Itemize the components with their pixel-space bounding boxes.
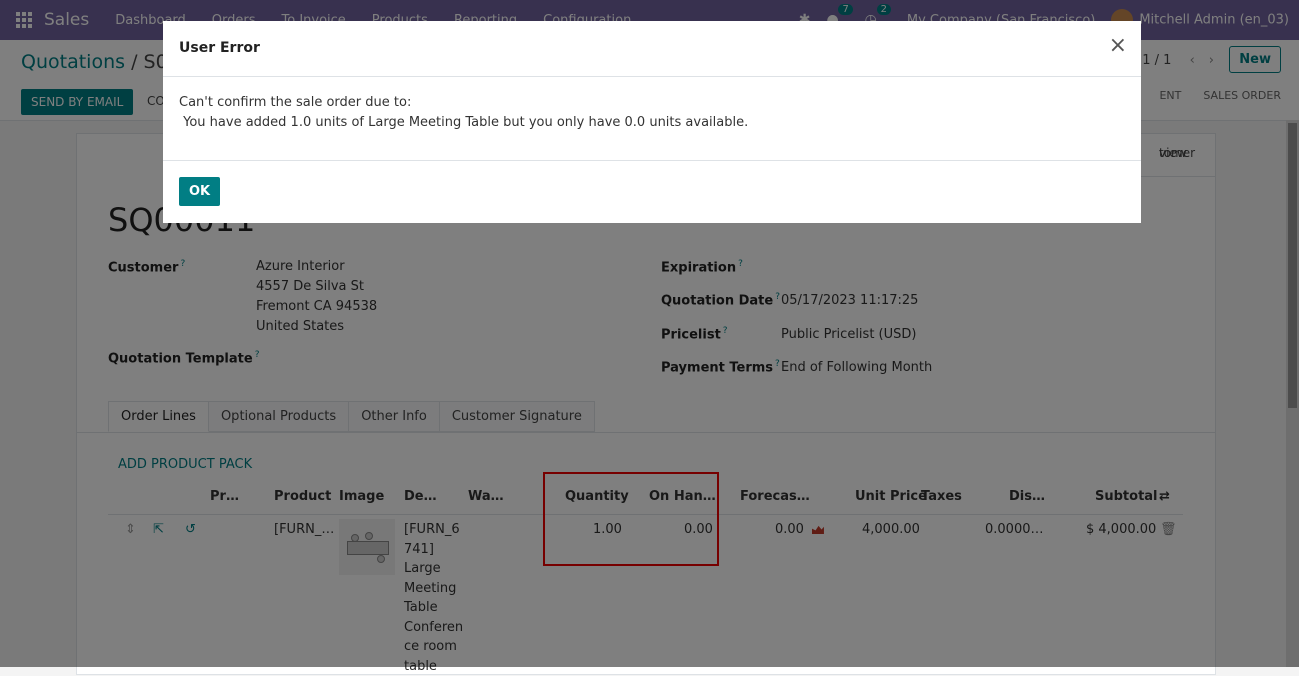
ok-button[interactable]: OK <box>179 177 221 206</box>
dialog-body: Can't confirm the sale order due to: You… <box>179 93 748 133</box>
dialog-message-line-2: You have added 1.0 units of Large Meetin… <box>179 115 749 130</box>
dialog-header: User Error × <box>163 21 1141 77</box>
user-error-dialog: User Error × Can't confirm the sale orde… <box>163 21 1141 223</box>
dialog-title: User Error <box>179 40 260 56</box>
dialog-message-line-1: Can't confirm the sale order due to: <box>179 95 412 110</box>
close-icon[interactable]: × <box>1109 35 1127 57</box>
dialog-footer-divider <box>163 160 1141 161</box>
